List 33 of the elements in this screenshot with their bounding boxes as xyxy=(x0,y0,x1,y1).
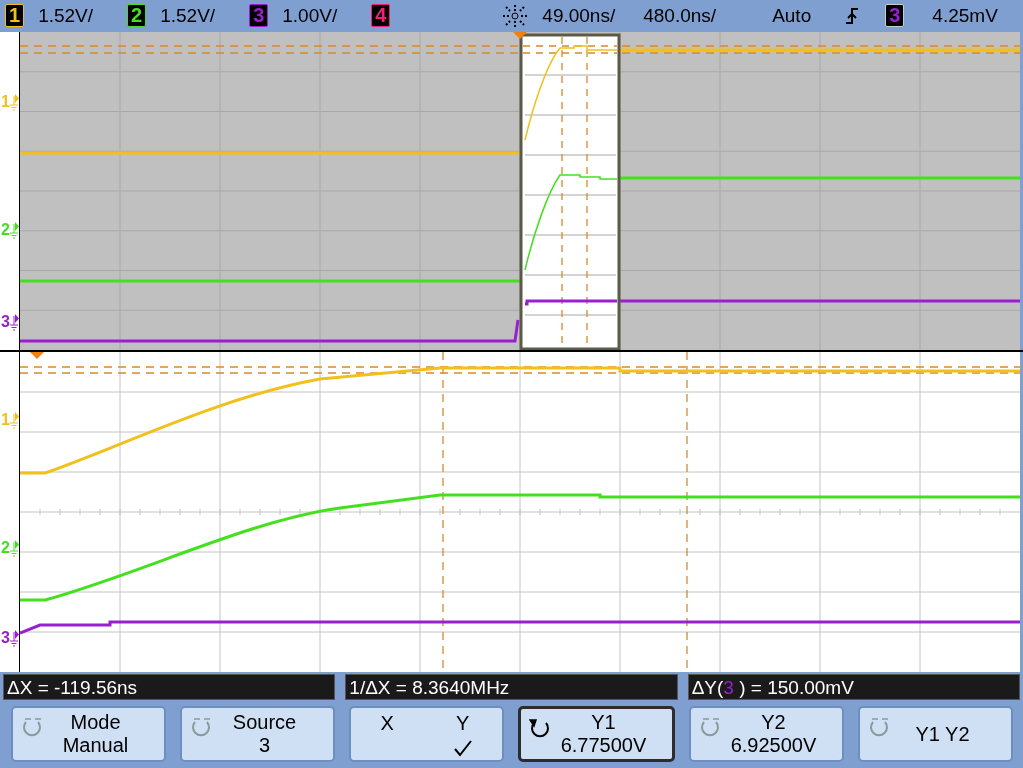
channel-badge[interactable]: 1 xyxy=(5,4,25,27)
channel-label: 2 xyxy=(1,222,10,238)
trigger-position-icon xyxy=(513,32,527,39)
trigger-level: 4.25mV xyxy=(932,4,998,27)
channel-scale: 1.00V/ xyxy=(282,4,338,27)
softkey-button[interactable]: Y1 Y2 xyxy=(858,706,1013,762)
softkey-button[interactable]: Y1 6.77500V xyxy=(518,706,675,762)
channel-label: 1 xyxy=(1,94,10,110)
softkey-button[interactable]: Y2 6.92500V xyxy=(689,706,844,762)
softkey-button[interactable]: Source 3 xyxy=(180,706,335,762)
cursor-readout: ΔX = -119.56ns xyxy=(3,674,336,700)
ground-marker-icon xyxy=(9,630,19,648)
trigger-mode: Auto xyxy=(772,4,812,27)
channel-label: 3 xyxy=(1,630,10,646)
toggle-softkey[interactable]: X Y xyxy=(349,706,504,762)
ground-marker-icon xyxy=(9,314,19,332)
ground-marker-icon xyxy=(9,412,19,430)
cursor-readout: ΔY(3 ) = 150.00mV xyxy=(687,674,1020,700)
softkey-button[interactable]: Mode Manual xyxy=(11,706,166,762)
rising-edge-icon xyxy=(845,5,860,26)
channel-badge[interactable]: 2 xyxy=(127,4,147,27)
cursor-readout: 1/ΔX = 8.3640MHz xyxy=(345,674,678,700)
delay-readout: 49.00ns/ xyxy=(542,4,616,27)
time-scale: 480.0ns/ xyxy=(643,4,717,27)
ground-marker-icon xyxy=(9,222,19,240)
ground-marker-icon xyxy=(9,540,19,558)
channel-scale: 1.52V/ xyxy=(38,4,94,27)
channel-scale: 1.52V/ xyxy=(160,4,216,27)
channel-label: 2 xyxy=(1,540,10,556)
channel-badge[interactable]: 4 xyxy=(371,4,391,27)
channel-label: 3 xyxy=(1,314,10,330)
ground-marker-icon xyxy=(9,94,19,112)
channel-label: 1 xyxy=(1,412,10,428)
